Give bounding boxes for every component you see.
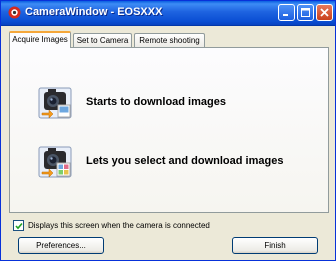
tab-set-to-camera[interactable]: Set to Camera (73, 33, 132, 47)
maximize-icon (301, 8, 310, 17)
select-download-label: Lets you select and download images (86, 155, 284, 167)
tab-label: Remote shooting (139, 36, 200, 45)
download-all-action[interactable]: Starts to download images (38, 86, 318, 120)
camera-download-icon (38, 87, 72, 119)
tab-panel: Starts to download images Lets you selec… (9, 47, 329, 213)
startup-checkbox[interactable] (13, 220, 24, 231)
close-icon (320, 8, 329, 17)
tab-label: Acquire Images (12, 35, 68, 44)
camera-app-icon (8, 6, 21, 19)
camera-select-download-icon (38, 146, 72, 178)
download-all-label: Starts to download images (86, 96, 226, 108)
tab-remote-shooting[interactable]: Remote shooting (134, 33, 205, 47)
close-button[interactable] (316, 4, 333, 21)
maximize-button[interactable] (297, 4, 314, 21)
startup-checkbox-label: Displays this screen when the camera is … (28, 221, 210, 230)
tab-label: Set to Camera (76, 36, 129, 45)
minimize-button[interactable] (278, 4, 295, 21)
finish-button[interactable]: Finish (232, 237, 318, 254)
preferences-button[interactable]: Preferences... (18, 237, 104, 254)
tab-acquire-images[interactable]: Acquire Images (9, 31, 71, 48)
title-bar[interactable]: CameraWindow - EOSXXX (1, 1, 335, 26)
window-title: CameraWindow - EOSXXX (25, 6, 163, 18)
select-download-action[interactable]: Lets you select and download images (38, 145, 318, 179)
checkmark-icon (15, 222, 23, 230)
camera-window: CameraWindow - EOSXXX Acquire Images Set… (0, 0, 336, 261)
minimize-icon (283, 14, 288, 16)
